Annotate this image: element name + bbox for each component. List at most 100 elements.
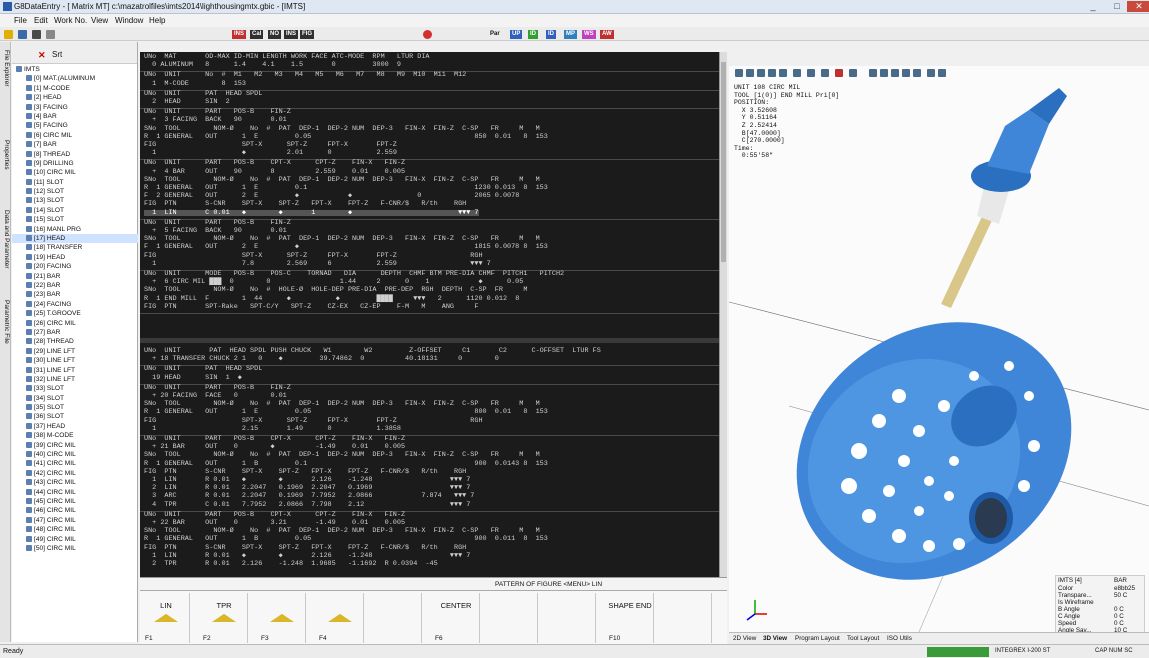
prop-value[interactable]: 0 C xyxy=(1114,613,1124,620)
tree-item[interactable]: [18] TRANSFER xyxy=(12,243,138,252)
view-top-icon[interactable] xyxy=(821,69,829,77)
tree-item[interactable]: [3] FACING xyxy=(12,103,138,112)
tree-item[interactable]: [0] MAT.(ALUMINUM xyxy=(12,74,138,83)
row-header[interactable]: UNo UNIT PAT HEAD SPDL xyxy=(144,366,262,373)
row-header[interactable]: UNo UNIT PART POS-B FIN-Z xyxy=(144,384,291,391)
grid-icon[interactable] xyxy=(849,69,857,77)
tree-item[interactable]: [28] THREAD xyxy=(12,337,138,346)
function-key-7[interactable] xyxy=(490,593,538,643)
menu-help[interactable]: Help xyxy=(149,16,165,25)
program-row[interactable]: 1 7.8 2.569 6 2.559 ▼▼▼ 7 xyxy=(144,260,491,267)
function-key-8[interactable] xyxy=(548,593,596,643)
3d-view[interactable]: UNIT 108 CIRC MIL TOOL [1(0)] END MILL Pr… xyxy=(729,66,1149,632)
mp-button[interactable]: MP xyxy=(564,30,577,39)
row-header[interactable]: UNo UNIT PAT HEAD SPDL PUSH CHUCK W1 W2 … xyxy=(144,347,601,354)
zoom-window-icon[interactable] xyxy=(746,69,754,77)
zoom-in-icon[interactable] xyxy=(757,69,765,77)
tree-item[interactable]: [5] FACING xyxy=(12,121,138,130)
tab-parametric-file[interactable]: Parametric File xyxy=(1,300,10,344)
tab-2d-view[interactable]: 2D View xyxy=(733,635,756,642)
row-header[interactable]: UNo UNIT PART POS-B CPT-X CPT-Z FIN-X FI… xyxy=(144,160,405,167)
open-icon[interactable] xyxy=(18,30,27,39)
view-front-icon[interactable] xyxy=(793,69,801,77)
tree-item[interactable]: [26] CIRC MIL xyxy=(12,319,138,328)
function-key-5[interactable] xyxy=(374,593,422,643)
tree-item[interactable]: [4] BAR xyxy=(12,112,138,121)
prop-value[interactable]: e8bb25 xyxy=(1114,585,1135,592)
function-key-9[interactable]: SHAPE END F10 xyxy=(606,593,654,643)
row-header[interactable]: FIG PTN S-CNR SPT-X SPT-Z FPT-X FPT-Z F-… xyxy=(144,468,466,475)
prop-value[interactable]: 50 C xyxy=(1114,592,1127,599)
tree-item[interactable]: [40] CIRC MIL xyxy=(12,450,138,459)
program-row[interactable]: 2 LIN R 0.01 2.2047 0.1969 2.2047 0.1969… xyxy=(144,485,470,492)
row-header[interactable]: UNo UNIT MODE POS-B POS-C TORNAD DIA DEP… xyxy=(144,270,564,277)
program-row[interactable]: + 5 FACING BACK 90 0.01 xyxy=(144,227,287,234)
tree-item[interactable]: [1] M-CODE xyxy=(12,84,138,93)
function-key-4[interactable]: F4 xyxy=(316,593,364,643)
program-row[interactable]: + 18 TRANSFER CHUCK 2 1 0 ◆ 39.74862 0 4… xyxy=(144,356,499,363)
row-header[interactable]: FIG PTN SPT-Rake SPT-C/Y SPT-Z CZ-EX CZ-… xyxy=(144,303,478,310)
program-row[interactable]: + 6 CIRC MIL ███ 0 0 1.44 2 0 1 ◆ 0.05 xyxy=(144,279,523,286)
tree-item[interactable]: [6] CIRC MIL xyxy=(12,131,138,140)
tree-item[interactable]: [45] CIRC MIL xyxy=(12,497,138,506)
tree-item[interactable]: [39] CIRC MIL xyxy=(12,441,138,450)
prop-value[interactable]: 0 C xyxy=(1114,606,1124,613)
row-header[interactable]: UNo UNIT PAT HEAD SPDL xyxy=(144,90,262,97)
program-row[interactable]: 1 2.15 1.49 0 1.3858 xyxy=(144,425,401,432)
row-header[interactable]: SNo TOOL NOM-Ø No # PAT DEP-1 DEP-2 NUM … xyxy=(144,236,540,243)
tree-item[interactable]: [12] SLOT xyxy=(12,187,138,196)
program-row[interactable]: 1 ◆ 2.01 0 2.559 xyxy=(144,150,397,157)
program-row[interactable]: + 20 FACING FACE 0 0.01 xyxy=(144,392,287,399)
row-header[interactable]: FIG PTN S-CNR SPT-X SPT-Z FPT-X FPT-Z F-… xyxy=(144,544,466,551)
program-row[interactable]: F 1 GENERAL OUT 2 E ◆ 1815 0.0078 8 153 xyxy=(144,244,548,251)
program-row[interactable]: 3 ARC R 0.01 2.2047 0.1969 7.7952 2.0866… xyxy=(144,493,474,500)
tree-item[interactable]: [7] BAR xyxy=(12,140,138,149)
tree-item[interactable]: [13] SLOT xyxy=(12,196,138,205)
first-step-icon[interactable] xyxy=(869,69,877,77)
tree-item[interactable]: [14] SLOT xyxy=(12,206,138,215)
id2-button[interactable]: ID xyxy=(546,30,556,39)
up-button[interactable]: UP xyxy=(510,30,523,39)
tree-item[interactable]: [11] SLOT xyxy=(12,178,138,187)
view-iso-icon[interactable] xyxy=(807,69,815,77)
program-row[interactable]: 0 ALUMINUM 8 1.4 4.1 1.5 0 3000 9 xyxy=(144,62,401,69)
row-header[interactable]: UNo UNIT PART POS-B FIN-Z xyxy=(144,109,291,116)
tree-item[interactable]: [22] BAR xyxy=(12,281,138,290)
tree-item[interactable]: [50] CIRC MIL xyxy=(12,544,138,553)
row-header[interactable]: SNo TOOL NOM-Ø No # PAT DEP-1 DEP-2 NUM … xyxy=(144,401,540,408)
menu-edit[interactable]: Edit xyxy=(34,16,48,25)
ws-button[interactable]: WS xyxy=(582,30,596,39)
function-key-6[interactable]: CENTER F6 xyxy=(432,593,480,643)
play-icon[interactable] xyxy=(891,69,899,77)
tab-data-parameter[interactable]: Data and Parameter xyxy=(1,210,10,269)
tree-item[interactable]: [41] CIRC MIL xyxy=(12,459,138,468)
tree-item[interactable]: [23] BAR xyxy=(12,290,138,299)
function-key-10[interactable] xyxy=(664,593,712,643)
ins-button[interactable]: INS xyxy=(232,30,247,39)
menu-window[interactable]: Window xyxy=(115,16,143,25)
tree-item[interactable]: [24] FACING xyxy=(12,300,138,309)
row-header[interactable]: SNo TOOL NOM-Ø No # HOLE-Ø HOLE-DEP PRE-… xyxy=(144,287,527,294)
row-header[interactable]: SNo TOOL NOM-Ø No # PAT DEP-1 DEP-2 NUM … xyxy=(144,176,540,183)
program-row[interactable]: + 21 BAR OUT 0 ◆ -1.49 0.01 0.005 xyxy=(144,444,405,451)
cal-button[interactable]: Cal xyxy=(250,30,264,39)
program-row[interactable]: + 22 BAR OUT 0 3.21 -1.49 0.01 0.005 xyxy=(144,519,405,526)
tree-item[interactable]: [38] M-CODE xyxy=(12,431,138,440)
tree-item[interactable]: [25] T.GROOVE xyxy=(12,309,138,318)
program-row[interactable]: 1 LIN R 0.01 ◆ ◆ 2.126 -1.248 ▼▼▼ 7 xyxy=(144,552,470,559)
program-row[interactable]: 2 TPR R 0.01 2.126 -1.248 1.9685 -1.1692… xyxy=(144,560,438,567)
menu-workno[interactable]: Work No. xyxy=(54,16,87,25)
stop-icon[interactable] xyxy=(423,30,432,39)
tool-path-icon[interactable] xyxy=(835,69,843,77)
tree-item[interactable]: [44] CIRC MIL xyxy=(12,488,138,497)
tree-item[interactable]: [21] BAR xyxy=(12,272,138,281)
row-header[interactable]: UNo UNIT No # M1 M2 M3 M4 M5 M6 M7 M8 M9… xyxy=(144,72,466,79)
tab-tool-layout[interactable]: Tool Layout xyxy=(847,635,879,642)
tree-item[interactable]: [33] SLOT xyxy=(12,384,138,393)
program-row[interactable]: 1 LIN R 0.01 ◆ ◆ 2.126 -1.248 ▼▼▼ 7 xyxy=(144,476,470,483)
row-header[interactable]: SNo TOOL NOM-Ø No # PAT DEP-1 DEP-2 NUM … xyxy=(144,528,540,535)
tree-item[interactable]: [36] SLOT xyxy=(12,412,138,421)
program-row[interactable]: 19 HEAD SIN 1 ◆ xyxy=(144,374,242,381)
program-row[interactable]: R 1 END MILL F 1 44 ◆ ◆ ████ ▼▼▼ 2 1120 … xyxy=(144,295,519,302)
tree-item[interactable]: [46] CIRC MIL xyxy=(12,506,138,515)
